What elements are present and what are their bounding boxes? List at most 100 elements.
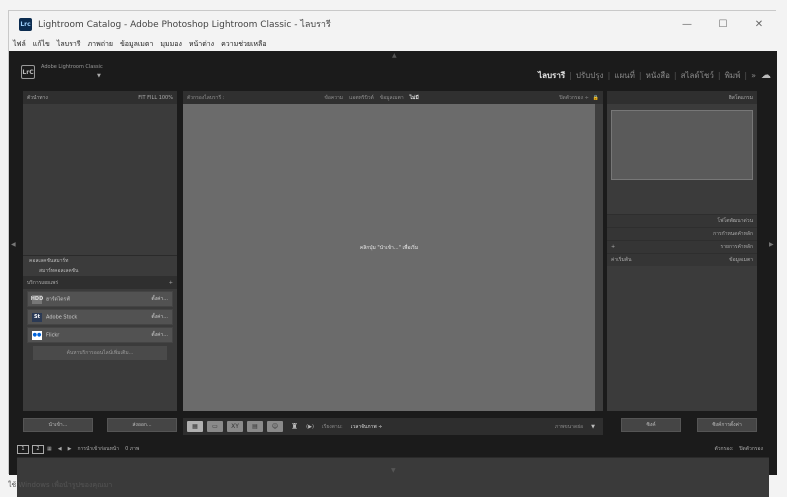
- grid-scrollbar[interactable]: [595, 104, 603, 411]
- publish-service-flickr[interactable]: ●● Flickr ตั้งค่า...: [27, 327, 173, 343]
- menu-file[interactable]: ไฟล์: [13, 39, 26, 50]
- filmstrip-filter-label: ตัวกรอง:: [714, 446, 734, 452]
- quick-develop-title: โฟโตพัฒนาด่วน: [717, 218, 753, 224]
- navigator-zoom-options[interactable]: FIT FILL 100%: [138, 95, 173, 101]
- publish-services-title: บริการเผยแพร่: [27, 279, 59, 286]
- filmstrip-bar: 1 2 ▦ ◀ ▶ การนำเข้าก่อนหน้า 0 ภาพ ตัวกรอ…: [17, 443, 769, 455]
- service-setup-link[interactable]: ตั้งค่า...: [151, 295, 168, 303]
- keywording-header[interactable]: การกำหนดคำหลัก: [607, 227, 757, 240]
- filmstrip-filter-dropdown[interactable]: ปิดตัวกรอง: [739, 445, 763, 453]
- left-panel-buttons: นำเข้า... ส่งออก...: [23, 418, 177, 435]
- menu-library[interactable]: ไลบรารี: [57, 39, 81, 50]
- menu-bar: ไฟล์ แก้ไข ไลบรารี ภาพถ่าย ข้อมูลเมตา มุ…: [9, 37, 777, 51]
- grid-view: ตัวกรองไลบรารี : ข้อความ แอตทริบิวต์ ข้อ…: [183, 91, 603, 411]
- back-arrow-icon[interactable]: ◀: [58, 446, 62, 452]
- bottom-panel-toggle-icon[interactable]: ▼: [391, 467, 396, 474]
- identity-plate-text: Adobe Lightroom Classic: [41, 64, 103, 70]
- navigator-header[interactable]: ตัวนำทาง FIT FILL 100%: [23, 91, 177, 104]
- top-panel-toggle-icon[interactable]: ▲: [392, 52, 397, 59]
- metadata-preset-dropdown[interactable]: ค่าเริ่มต้น: [611, 256, 632, 264]
- import-button[interactable]: นำเข้า...: [23, 418, 93, 432]
- module-divider: |: [673, 71, 677, 80]
- module-library[interactable]: ไลบรารี: [538, 69, 565, 82]
- export-button[interactable]: ส่งออก...: [107, 418, 177, 432]
- hard-drive-icon: HDD: [30, 294, 44, 304]
- module-divider: |: [717, 71, 721, 80]
- lightroom-workspace: ▲ LrC Adobe Lightroom Classic ▼ ไลบรารี …: [9, 51, 777, 497]
- module-map[interactable]: แผนที่: [614, 69, 635, 82]
- thumbnail-size-label: ภาพขนาดย่อ: [554, 423, 584, 430]
- histogram-header[interactable]: ฮิสโตแกรม: [607, 91, 757, 104]
- maximize-button[interactable]: ☐: [705, 11, 741, 37]
- publish-service-harddrive[interactable]: HDD ฮาร์ดไดรฟ์ ตั้งค่า...: [27, 291, 173, 307]
- module-slideshow[interactable]: สไลด์โชว์: [681, 69, 714, 82]
- sync-metadata-button[interactable]: ซิงค์: [621, 418, 681, 432]
- filmstrip-source[interactable]: การนำเข้าก่อนหน้า: [77, 445, 119, 453]
- sort-label: เรียงตาม:: [321, 423, 343, 430]
- find-more-services-button[interactable]: ค้นหาบริการออนไลน์เพิ่มเติม...: [33, 346, 167, 360]
- menu-photo[interactable]: ภาพถ่าย: [88, 39, 113, 50]
- sync-settings-button[interactable]: ซิงค์การตั้งค่า: [697, 418, 757, 432]
- toolbar-menu-chevron-icon[interactable]: ▼: [591, 424, 595, 430]
- main-window-button[interactable]: 1: [17, 444, 29, 454]
- second-window-button[interactable]: 2: [32, 444, 44, 454]
- close-button[interactable]: ✕: [741, 11, 777, 37]
- people-view-icon[interactable]: ☺: [267, 421, 283, 432]
- empty-catalog-message: คลิกปุ่ม "นำเข้า..." เพื่อเริ่ม: [359, 245, 419, 251]
- grid-view-icon[interactable]: ▦: [187, 421, 203, 432]
- lightroom-app-icon: Lrc: [19, 17, 32, 31]
- identity-plate-caret-icon[interactable]: ▼: [97, 73, 101, 79]
- thumbnail-grid[interactable]: คลิกปุ่ม "นำเข้า..." เพื่อเริ่ม: [183, 104, 595, 411]
- grid-shortcut-icon[interactable]: ▦: [47, 446, 52, 452]
- cloud-sync-icon[interactable]: ☁: [761, 70, 771, 81]
- keywording-title: การกำหนดคำหลัก: [713, 231, 753, 237]
- survey-view-icon[interactable]: ▤: [247, 421, 263, 432]
- right-panel-toggle-icon[interactable]: ▶: [769, 241, 774, 248]
- navigator-preview: [23, 104, 177, 256]
- minimize-button[interactable]: —: [669, 11, 705, 37]
- filter-lock-icon[interactable]: 🔒: [593, 95, 599, 101]
- service-label: ฮาร์ดไดรฟ์: [46, 296, 70, 302]
- module-divider: |: [744, 71, 748, 80]
- filter-none[interactable]: ไม่มี: [410, 94, 419, 102]
- filter-metadata[interactable]: ข้อมูลเมตา: [380, 94, 404, 102]
- sort-order-dropdown[interactable]: เวลาจับภาพ ÷: [351, 423, 383, 431]
- menu-window[interactable]: หน้าต่าง: [189, 39, 214, 50]
- add-publish-service-icon[interactable]: +: [169, 280, 173, 286]
- filter-text[interactable]: ข้อความ: [324, 94, 343, 102]
- compare-view-icon[interactable]: XY: [227, 421, 243, 432]
- publish-services-header[interactable]: บริการเผยแพร่ +: [23, 276, 177, 289]
- keyword-list-header[interactable]: + รายการคำหลัก: [607, 240, 757, 253]
- more-modules-icon[interactable]: »: [751, 71, 756, 80]
- navigator-title: ตัวนำทาง: [27, 94, 48, 101]
- menu-view[interactable]: มุมมอง: [160, 39, 181, 50]
- filmstrip[interactable]: [17, 457, 769, 497]
- service-label: Adobe Stock: [46, 314, 78, 320]
- service-setup-link[interactable]: ตั้งค่า...: [151, 313, 168, 321]
- histogram-display: [611, 110, 753, 180]
- module-book[interactable]: หนังสือ: [646, 69, 670, 82]
- menu-edit[interactable]: แก้ไข: [33, 39, 50, 50]
- collection-item[interactable]: คอลเลคชันสมาร์ท: [23, 256, 177, 266]
- module-develop[interactable]: ปรับปรุง: [576, 69, 604, 82]
- quick-develop-header[interactable]: โฟโตพัฒนาด่วน: [607, 214, 757, 227]
- identity-plate-logo: LrC: [21, 65, 35, 79]
- module-print[interactable]: พิมพ์: [725, 69, 741, 82]
- keyword-list-title: รายการคำหลัก: [720, 244, 753, 250]
- filter-attribute[interactable]: แอตทริบิวต์: [349, 94, 374, 102]
- slideshow-play-icon[interactable]: (▶): [306, 424, 314, 430]
- add-keyword-icon[interactable]: +: [611, 244, 615, 250]
- painter-icon[interactable]: ♜: [291, 422, 298, 431]
- title-bar: Lrc Lightroom Catalog - Adobe Photoshop …: [9, 11, 777, 37]
- forward-arrow-icon[interactable]: ▶: [68, 446, 72, 452]
- publish-service-adobe-stock[interactable]: St Adobe Stock ตั้งค่า...: [27, 309, 173, 325]
- left-panel-toggle-icon[interactable]: ◀: [11, 241, 16, 248]
- menu-help[interactable]: ความช่วยเหลือ: [221, 39, 266, 50]
- left-panel: ตัวนำทาง FIT FILL 100% คอลเลคชันสมาร์ท ส…: [23, 91, 177, 411]
- metadata-header[interactable]: ค่าเริ่มต้น ข้อมูลเมตา: [607, 253, 757, 266]
- collection-item[interactable]: สมาร์ทคอลเลคชัน: [23, 266, 177, 276]
- menu-metadata[interactable]: ข้อมูลเมตา: [120, 39, 153, 50]
- loupe-view-icon[interactable]: ▭: [207, 421, 223, 432]
- service-setup-link[interactable]: ตั้งค่า...: [151, 331, 168, 339]
- filter-preset-dropdown[interactable]: ปิดตัวกรอง ÷: [559, 94, 588, 102]
